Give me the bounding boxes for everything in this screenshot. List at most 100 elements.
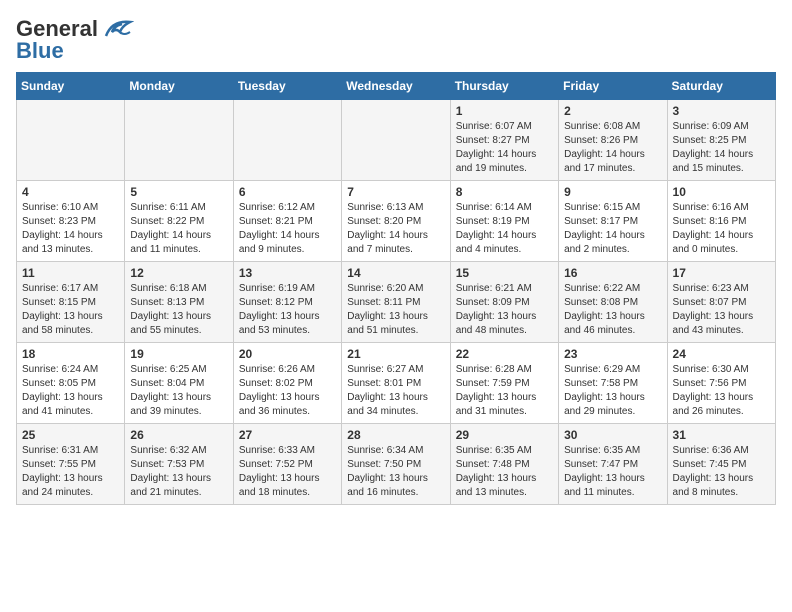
calendar-day-25: 25 Sunrise: 6:31 AM Sunset: 7:55 PM Dayli…: [17, 424, 125, 505]
weekday-header-sunday: Sunday: [17, 73, 125, 100]
calendar-empty-cell: [342, 100, 450, 181]
day-number: 10: [673, 185, 770, 199]
calendar-day-14: 14 Sunrise: 6:20 AM Sunset: 8:11 PM Dayli…: [342, 262, 450, 343]
day-number: 18: [22, 347, 119, 361]
weekday-header-friday: Friday: [559, 73, 667, 100]
calendar-day-22: 22 Sunrise: 6:28 AM Sunset: 7:59 PM Dayli…: [450, 343, 558, 424]
day-info: Sunrise: 6:29 AM Sunset: 7:58 PM Dayligh…: [564, 363, 661, 419]
calendar-week-row: 4 Sunrise: 6:10 AM Sunset: 8:23 PM Daylig…: [17, 181, 776, 262]
logo-blue-text: Blue: [16, 38, 64, 64]
day-info: Sunrise: 6:25 AM Sunset: 8:04 PM Dayligh…: [130, 363, 227, 419]
calendar-day-31: 31 Sunrise: 6:36 AM Sunset: 7:45 PM Dayli…: [667, 424, 775, 505]
day-info: Sunrise: 6:35 AM Sunset: 7:47 PM Dayligh…: [564, 444, 661, 500]
day-info: Sunrise: 6:14 AM Sunset: 8:19 PM Dayligh…: [456, 201, 553, 257]
calendar-day-15: 15Sunrise: 6:21 AM Sunset: 8:09 PM Dayli…: [450, 262, 558, 343]
calendar-day-1: 1 Sunrise: 6:07 AM Sunset: 8:27 PM Daylig…: [450, 100, 558, 181]
day-number: 14: [347, 266, 444, 280]
day-info: Sunrise: 6:35 AM Sunset: 7:48 PM Dayligh…: [456, 444, 553, 500]
day-number: 3: [673, 104, 770, 118]
calendar-week-row: 1 Sunrise: 6:07 AM Sunset: 8:27 PM Daylig…: [17, 100, 776, 181]
day-info: Sunrise: 6:12 AM Sunset: 8:21 PM Dayligh…: [239, 201, 336, 257]
calendar-day-10: 10 Sunrise: 6:16 AM Sunset: 8:16 PM Dayli…: [667, 181, 775, 262]
day-number: 7: [347, 185, 444, 199]
day-number: 26: [130, 428, 227, 442]
day-info: Sunrise: 6:34 AM Sunset: 7:50 PM Dayligh…: [347, 444, 444, 500]
weekday-header-tuesday: Tuesday: [233, 73, 341, 100]
calendar-empty-cell: [17, 100, 125, 181]
header: General Blue: [16, 16, 776, 64]
calendar-day-2: 2 Sunrise: 6:08 AM Sunset: 8:26 PM Daylig…: [559, 100, 667, 181]
day-number: 12: [130, 266, 227, 280]
day-info: Sunrise: 6:28 AM Sunset: 7:59 PM Dayligh…: [456, 363, 553, 419]
calendar-day-24: 24 Sunrise: 6:30 AM Sunset: 7:56 PM Dayli…: [667, 343, 775, 424]
weekday-header-thursday: Thursday: [450, 73, 558, 100]
logo-bird-icon: [102, 18, 134, 40]
day-number: 8: [456, 185, 553, 199]
day-info: Sunrise: 6:20 AM Sunset: 8:11 PM Dayligh…: [347, 282, 444, 338]
weekday-header-wednesday: Wednesday: [342, 73, 450, 100]
day-number: 31: [673, 428, 770, 442]
day-number: 29: [456, 428, 553, 442]
calendar-day-6: 6 Sunrise: 6:12 AM Sunset: 8:21 PM Daylig…: [233, 181, 341, 262]
day-number: 17: [673, 266, 770, 280]
calendar-day-3: 3 Sunrise: 6:09 AM Sunset: 8:25 PM Daylig…: [667, 100, 775, 181]
calendar-day-17: 17Sunrise: 6:23 AM Sunset: 8:07 PM Dayli…: [667, 262, 775, 343]
calendar-day-20: 20 Sunrise: 6:26 AM Sunset: 8:02 PM Dayli…: [233, 343, 341, 424]
calendar-day-11: 11Sunrise: 6:17 AM Sunset: 8:15 PM Dayli…: [17, 262, 125, 343]
logo: General Blue: [16, 16, 134, 64]
calendar-day-16: 16 Sunrise: 6:22 AM Sunset: 8:08 PM Dayli…: [559, 262, 667, 343]
calendar-table: SundayMondayTuesdayWednesdayThursdayFrid…: [16, 72, 776, 505]
calendar-day-5: 5 Sunrise: 6:11 AM Sunset: 8:22 PM Daylig…: [125, 181, 233, 262]
day-info: Sunrise: 6:13 AM Sunset: 8:20 PM Dayligh…: [347, 201, 444, 257]
day-info: Sunrise: 6:17 AM Sunset: 8:15 PM Dayligh…: [22, 282, 119, 338]
day-number: 13: [239, 266, 336, 280]
calendar-day-9: 9Sunrise: 6:15 AM Sunset: 8:17 PM Daylig…: [559, 181, 667, 262]
day-number: 5: [130, 185, 227, 199]
day-number: 6: [239, 185, 336, 199]
weekday-header-row: SundayMondayTuesdayWednesdayThursdayFrid…: [17, 73, 776, 100]
day-info: Sunrise: 6:15 AM Sunset: 8:17 PM Dayligh…: [564, 201, 661, 257]
day-number: 23: [564, 347, 661, 361]
day-number: 20: [239, 347, 336, 361]
calendar-day-26: 26 Sunrise: 6:32 AM Sunset: 7:53 PM Dayli…: [125, 424, 233, 505]
calendar-week-row: 18 Sunrise: 6:24 AM Sunset: 8:05 PM Dayli…: [17, 343, 776, 424]
calendar-day-12: 12 Sunrise: 6:18 AM Sunset: 8:13 PM Dayli…: [125, 262, 233, 343]
day-info: Sunrise: 6:19 AM Sunset: 8:12 PM Dayligh…: [239, 282, 336, 338]
day-info: Sunrise: 6:07 AM Sunset: 8:27 PM Dayligh…: [456, 120, 553, 176]
day-info: Sunrise: 6:21 AM Sunset: 8:09 PM Dayligh…: [456, 282, 553, 338]
calendar-day-23: 23 Sunrise: 6:29 AM Sunset: 7:58 PM Dayli…: [559, 343, 667, 424]
calendar-empty-cell: [125, 100, 233, 181]
day-number: 16: [564, 266, 661, 280]
weekday-header-monday: Monday: [125, 73, 233, 100]
day-info: Sunrise: 6:26 AM Sunset: 8:02 PM Dayligh…: [239, 363, 336, 419]
day-info: Sunrise: 6:32 AM Sunset: 7:53 PM Dayligh…: [130, 444, 227, 500]
day-number: 25: [22, 428, 119, 442]
day-number: 22: [456, 347, 553, 361]
day-info: Sunrise: 6:18 AM Sunset: 8:13 PM Dayligh…: [130, 282, 227, 338]
day-number: 19: [130, 347, 227, 361]
day-number: 21: [347, 347, 444, 361]
day-info: Sunrise: 6:10 AM Sunset: 8:23 PM Dayligh…: [22, 201, 119, 257]
day-number: 2: [564, 104, 661, 118]
day-number: 1: [456, 104, 553, 118]
day-info: Sunrise: 6:09 AM Sunset: 8:25 PM Dayligh…: [673, 120, 770, 176]
day-number: 27: [239, 428, 336, 442]
calendar-day-29: 29 Sunrise: 6:35 AM Sunset: 7:48 PM Dayli…: [450, 424, 558, 505]
day-number: 28: [347, 428, 444, 442]
day-number: 24: [673, 347, 770, 361]
calendar-day-13: 13 Sunrise: 6:19 AM Sunset: 8:12 PM Dayli…: [233, 262, 341, 343]
day-number: 4: [22, 185, 119, 199]
day-info: Sunrise: 6:11 AM Sunset: 8:22 PM Dayligh…: [130, 201, 227, 257]
day-info: Sunrise: 6:16 AM Sunset: 8:16 PM Dayligh…: [673, 201, 770, 257]
day-info: Sunrise: 6:31 AM Sunset: 7:55 PM Dayligh…: [22, 444, 119, 500]
calendar-day-27: 27Sunrise: 6:33 AM Sunset: 7:52 PM Dayli…: [233, 424, 341, 505]
day-info: Sunrise: 6:36 AM Sunset: 7:45 PM Dayligh…: [673, 444, 770, 500]
calendar-day-18: 18 Sunrise: 6:24 AM Sunset: 8:05 PM Dayli…: [17, 343, 125, 424]
day-info: Sunrise: 6:30 AM Sunset: 7:56 PM Dayligh…: [673, 363, 770, 419]
day-info: Sunrise: 6:22 AM Sunset: 8:08 PM Dayligh…: [564, 282, 661, 338]
day-info: Sunrise: 6:08 AM Sunset: 8:26 PM Dayligh…: [564, 120, 661, 176]
calendar-week-row: 11Sunrise: 6:17 AM Sunset: 8:15 PM Dayli…: [17, 262, 776, 343]
calendar-day-4: 4 Sunrise: 6:10 AM Sunset: 8:23 PM Daylig…: [17, 181, 125, 262]
calendar-day-7: 7 Sunrise: 6:13 AM Sunset: 8:20 PM Daylig…: [342, 181, 450, 262]
day-info: Sunrise: 6:24 AM Sunset: 8:05 PM Dayligh…: [22, 363, 119, 419]
